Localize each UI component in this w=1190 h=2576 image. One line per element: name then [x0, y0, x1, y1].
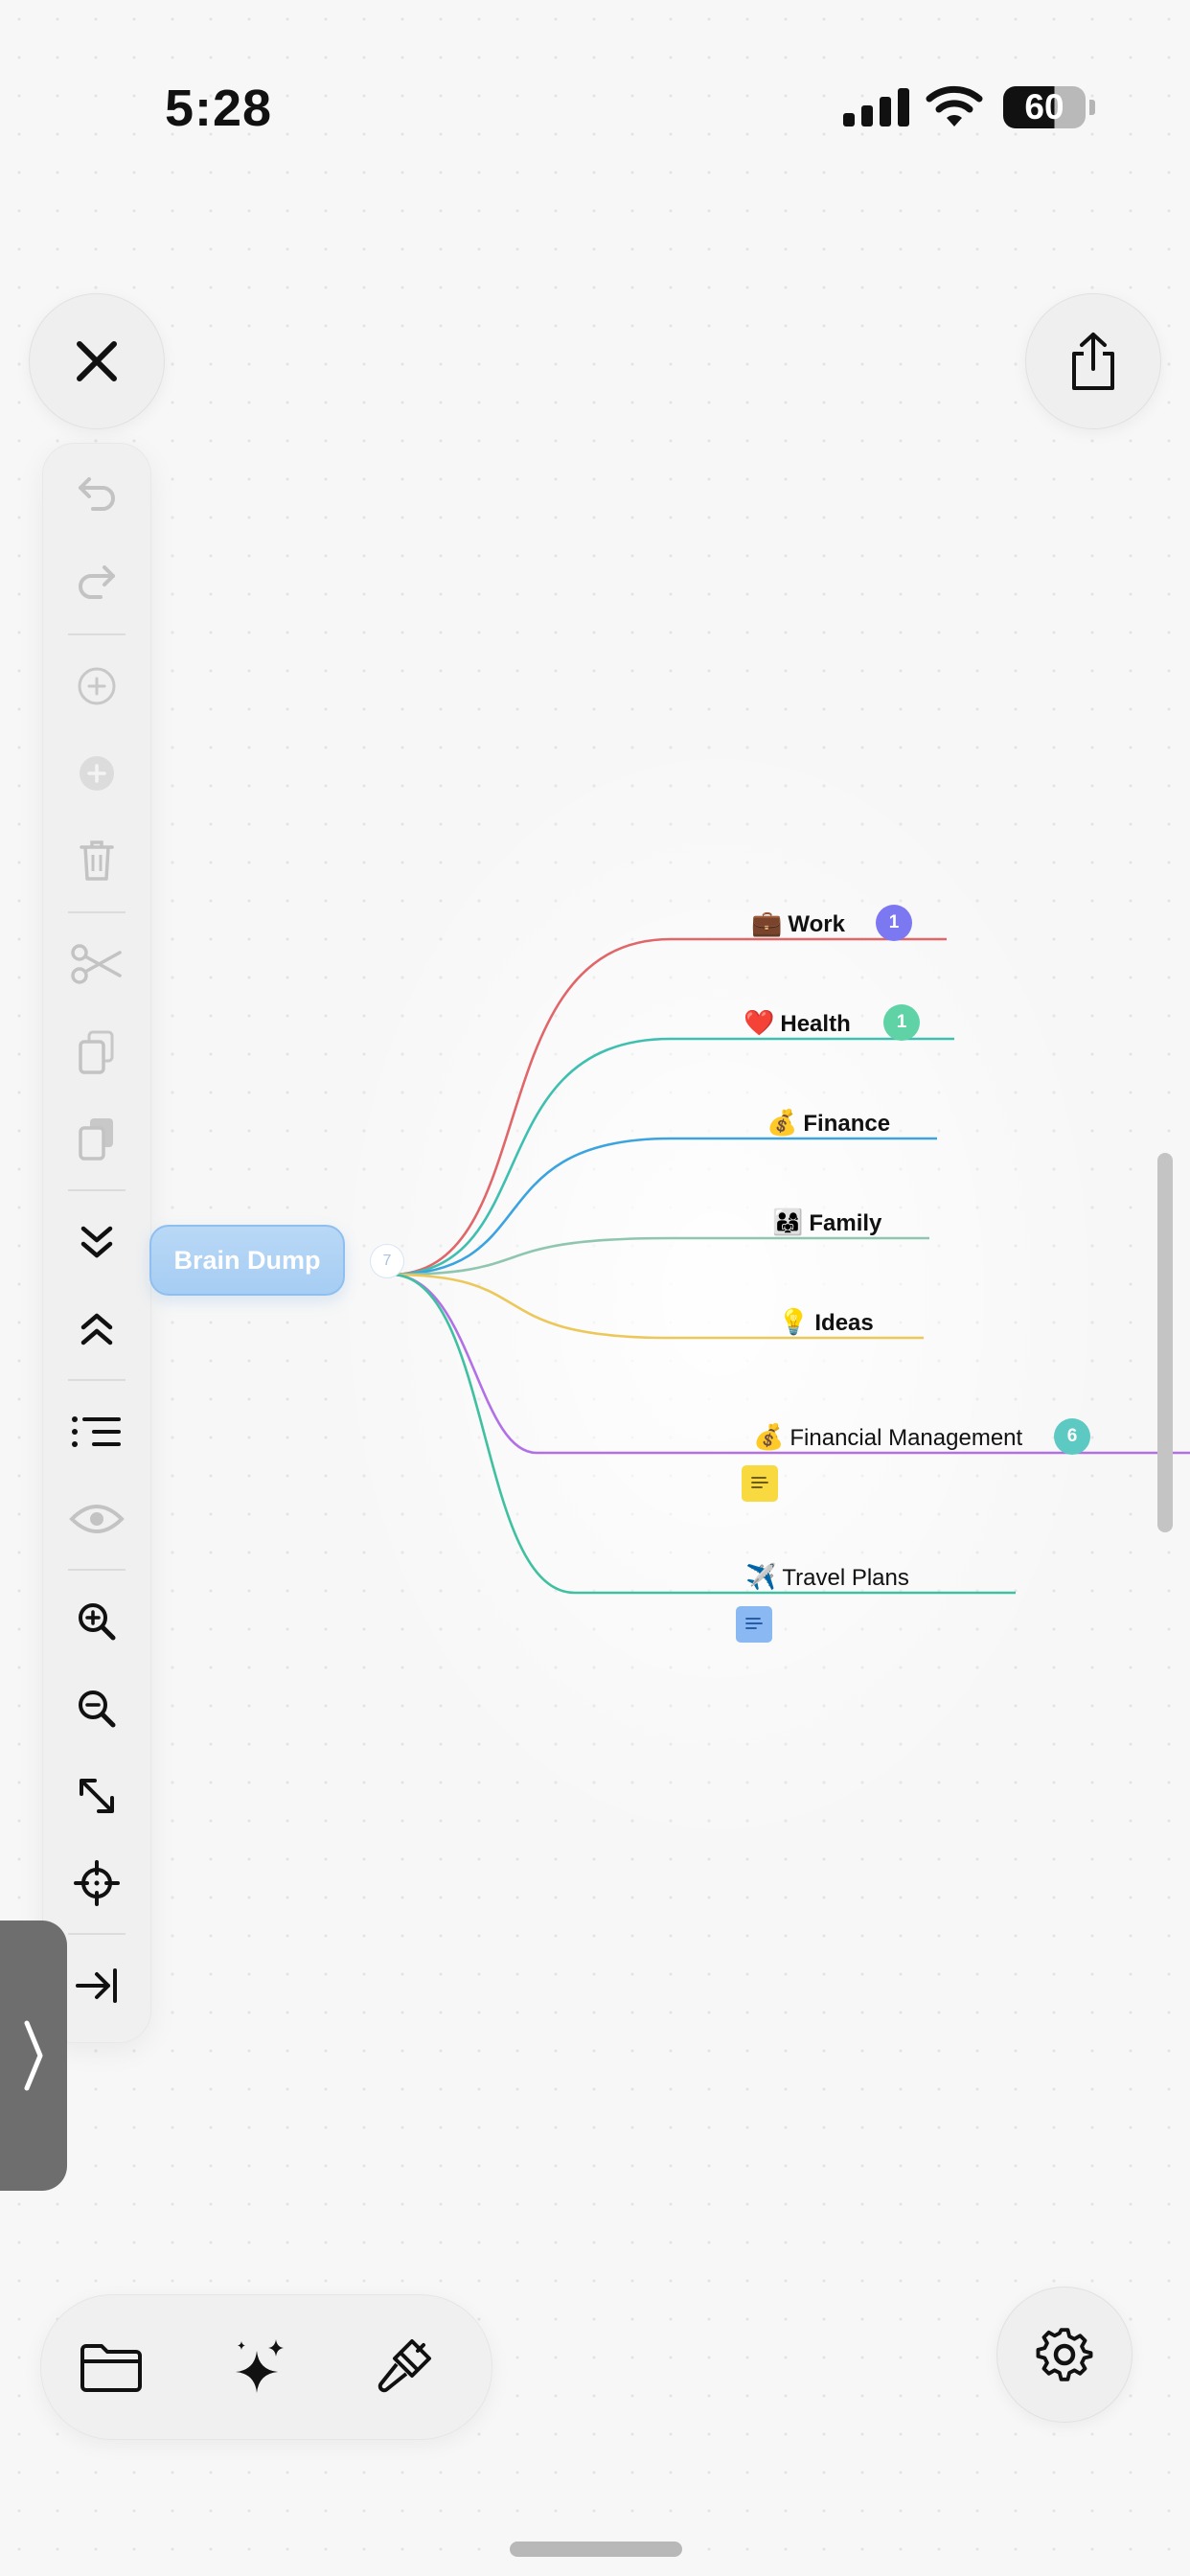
bottom-actions — [40, 2294, 492, 2440]
money-bag-icon: 💰 — [767, 1108, 798, 1137]
style-button[interactable] — [357, 2319, 453, 2415]
node-label: Finance — [803, 1111, 891, 1137]
node-count-badge[interactable]: 1 — [883, 1004, 920, 1041]
paintbrush-icon — [378, 2339, 431, 2393]
note-icon[interactable] — [736, 1606, 772, 1643]
node-work[interactable]: 💼 Work — [751, 907, 845, 939]
money-bag-icon: 💰 — [753, 1422, 785, 1451]
node-count-badge[interactable]: 1 — [876, 905, 912, 941]
folder-icon — [80, 2344, 142, 2392]
node-health[interactable]: ❤️ Health — [744, 1006, 851, 1039]
open-files-button[interactable] — [64, 2319, 160, 2415]
note-icon[interactable] — [742, 1465, 778, 1502]
sparkles-icon — [236, 2339, 284, 2393]
root-node[interactable]: Brain Dump — [149, 1225, 345, 1296]
node-label: Ideas — [814, 1310, 874, 1336]
node-ideas[interactable]: 💡 Ideas — [778, 1305, 874, 1338]
ai-assist-button[interactable] — [212, 2319, 308, 2415]
airplane-icon: ✈️ — [745, 1562, 777, 1591]
connection-line — [390, 1236, 929, 1276]
node-label: Health — [780, 1011, 851, 1037]
vertical-scrollbar[interactable] — [1157, 1153, 1173, 1532]
node-label: Financial Management — [790, 1425, 1023, 1451]
node-financial-management[interactable]: 💰 Financial Management — [753, 1420, 1022, 1453]
root-child-count[interactable]: 7 — [370, 1244, 404, 1278]
node-label: Travel Plans — [782, 1565, 909, 1591]
node-label: Work — [788, 911, 845, 937]
node-travel-plans[interactable]: ✈️ Travel Plans — [745, 1560, 909, 1593]
family-icon: 👨‍👩‍👧 — [772, 1208, 804, 1236]
node-label: Family — [809, 1210, 882, 1236]
node-count-badge[interactable]: 6 — [1054, 1418, 1090, 1455]
lightbulb-icon: 💡 — [778, 1307, 810, 1336]
node-finance[interactable]: 💰 Finance — [767, 1106, 890, 1138]
settings-button[interactable] — [996, 2287, 1133, 2423]
home-indicator[interactable] — [510, 2542, 682, 2557]
heart-icon: ❤️ — [744, 1008, 775, 1037]
gear-icon — [1036, 2328, 1093, 2381]
node-family[interactable]: 👨‍👩‍👧 Family — [772, 1206, 881, 1238]
briefcase-icon: 💼 — [751, 908, 783, 937]
root-node-label: Brain Dump — [173, 1245, 321, 1275]
